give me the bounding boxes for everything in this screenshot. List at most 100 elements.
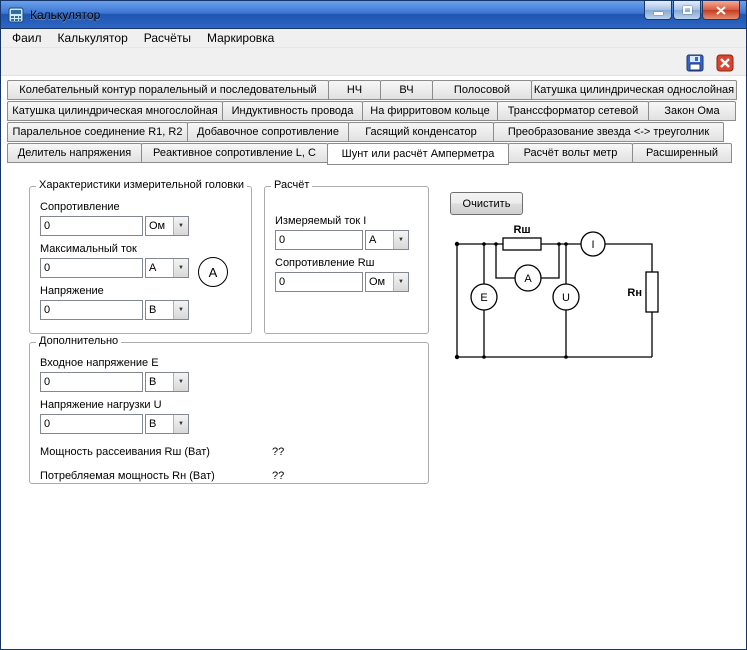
tab-series-resistor[interactable]: Добавочное сопротивление [187,122,349,142]
close-button[interactable] [702,1,740,20]
shunt-power-row: Мощность рассеивания Rш (Ват) ?? [40,446,418,458]
shunt-resistor-label: Rш [513,224,530,236]
tab-ferrite-ring[interactable]: На фирритовом кольце [362,101,498,121]
voltage-field: Напряжение В ▼ [40,285,241,320]
tab-reactance-lc[interactable]: Реактивное сопротивление L, C [141,143,328,163]
tab-lowpass[interactable]: НЧ [328,80,381,100]
tab-voltage-divider[interactable]: Делитель напряжения [7,143,142,163]
tab-highpass[interactable]: ВЧ [380,80,433,100]
tab-coil-multi-layer[interactable]: Катушка цилиндрическая многослойная [7,101,223,121]
current-meter-label: I [591,239,594,251]
circuit-diagram: Rш I А E U Rн [454,224,659,360]
input-voltage-unit-combo[interactable]: В ▼ [145,372,189,392]
load-resistor-label: Rн [627,287,642,299]
tab-voltmeter-calc[interactable]: Расчёт вольт метр [508,143,633,163]
tab-ohms-law[interactable]: Закон Ома [648,101,736,121]
app-icon [8,7,24,22]
shunt-resistance-unit-combo[interactable]: Ом ▼ [365,272,409,292]
tab-extended[interactable]: Расширенный [632,143,732,163]
meter-head-group-legend: Характеристики измерительной головки [36,179,248,191]
tab-row-4: Делитель напряжения Реактивное сопротивл… [7,143,746,165]
menu-marking[interactable]: Маркировка [199,30,282,46]
load-power-value: ?? [272,470,285,482]
tab-bandpass[interactable]: Полосовой [432,80,532,100]
resistance-unit-combo[interactable]: Ом ▼ [145,216,189,236]
resistance-input[interactable] [40,216,143,236]
clear-button[interactable]: Очистить [450,192,523,215]
shunt-resistance-field: Сопротивление Rш Ом ▼ [275,257,418,292]
load-power-label: Потребляемая мощность Rн (Ват) [40,470,215,482]
meter-head-group: Характеристики измерительной головки Соп… [29,179,252,334]
ammeter-symbol: А [198,257,228,287]
shunt-resistance-input[interactable] [275,272,363,292]
chevron-down-icon: ▼ [173,301,188,319]
input-voltage-field: Входное напряжение E В ▼ [40,357,418,392]
measured-current-field: Измеряемый ток I А ▼ [275,215,418,250]
max-current-label: Максимальный ток [40,243,137,255]
tab-row-3: Паралельное соединение R1, R2 Добавочное… [7,122,746,143]
tab-star-delta[interactable]: Преобразование звезда <-> треуголник [493,122,724,142]
voltmeter-label: U [562,292,570,304]
measured-current-label: Измеряемый ток I [275,215,367,227]
chevron-down-icon: ▼ [173,217,188,235]
shunt-resistance-label: Сопротивление Rш [275,257,375,269]
load-power-row: Потребляемая мощность Rн (Ват) ?? [40,470,418,482]
chevron-down-icon: ▼ [173,259,188,277]
window-title: Калькулятор [30,7,101,22]
load-voltage-label: Напряжение нагрузки U [40,399,162,411]
tab-lc-circuit[interactable]: Колебательный контур поралельный и после… [7,80,329,100]
window-controls [643,1,740,20]
menu-calculator[interactable]: Калькулятор [50,30,136,46]
measured-current-input[interactable] [275,230,363,250]
close-icon [716,5,726,15]
toolbar-close-button[interactable] [714,52,736,74]
tab-row-1: Колебательный контур поралельный и после… [7,80,746,101]
menubar: Фаил Калькулятор Расчёты Маркировка [1,29,746,48]
tabstrip: Колебательный контур поралельный и после… [1,76,746,165]
save-button[interactable] [684,52,706,74]
tab-page-shunt-ammeter: Характеристики измерительной головки Соп… [1,164,746,649]
shunt-power-value: ?? [272,446,285,458]
measured-current-unit-combo[interactable]: А ▼ [365,230,409,250]
titlebar: Калькулятор [1,1,746,29]
maximize-button[interactable] [673,1,701,20]
menu-calculations[interactable]: Расчёты [136,30,199,46]
tab-coil-single-layer[interactable]: Катушка цилиндрическая однослойная [531,80,737,100]
chevron-down-icon: ▼ [393,273,408,291]
voltage-input[interactable] [40,300,143,320]
tab-shunt-ammeter[interactable]: Шунт или расчёт Амперметра [327,143,509,165]
calc-group: Расчёт Измеряемый ток I А ▼ Сопротивлени… [264,179,429,334]
tab-wire-inductance[interactable]: Индуктивность провода [222,101,363,121]
save-icon [686,54,704,72]
chevron-down-icon: ▼ [173,415,188,433]
voltage-unit-combo[interactable]: В ▼ [145,300,189,320]
tab-mains-transformer[interactable]: Транссформатор сетевой [497,101,649,121]
input-voltage-label: Входное напряжение E [40,357,159,369]
tab-row-2: Катушка цилиндрическая многослойная Инду… [7,101,746,122]
additional-group-legend: Дополнительно [36,335,122,347]
source-label: E [480,292,487,304]
calc-group-legend: Расчёт [271,179,313,191]
chevron-down-icon: ▼ [173,373,188,391]
resistance-label: Сопротивление [40,201,120,213]
load-voltage-unit-combo[interactable]: В ▼ [145,414,189,434]
app-window: Калькулятор Фаил Калькулятор Расчёты Мар… [0,0,747,650]
shunt-power-label: Мощность рассеивания Rш (Ват) [40,446,210,458]
toolbar [1,48,746,76]
toolbar-close-icon [716,54,734,72]
max-current-unit-combo[interactable]: А ▼ [145,258,189,278]
head-meter-label: А [524,273,532,285]
chevron-down-icon: ▼ [393,231,408,249]
menu-file[interactable]: Фаил [4,30,50,46]
load-voltage-field: Напряжение нагрузки U В ▼ [40,399,418,434]
max-current-input[interactable] [40,258,143,278]
maximize-icon [682,6,692,14]
resistance-field: Сопротивление Ом ▼ [40,201,241,236]
minimize-icon [653,11,663,15]
load-voltage-input[interactable] [40,414,143,434]
minimize-button[interactable] [644,1,672,20]
input-voltage-input[interactable] [40,372,143,392]
additional-group: Дополнительно Входное напряжение E В ▼ Н… [29,335,429,484]
tab-quenching-capacitor[interactable]: Гасящий конденсатор [348,122,494,142]
tab-parallel-r1-r2[interactable]: Паралельное соединение R1, R2 [7,122,188,142]
